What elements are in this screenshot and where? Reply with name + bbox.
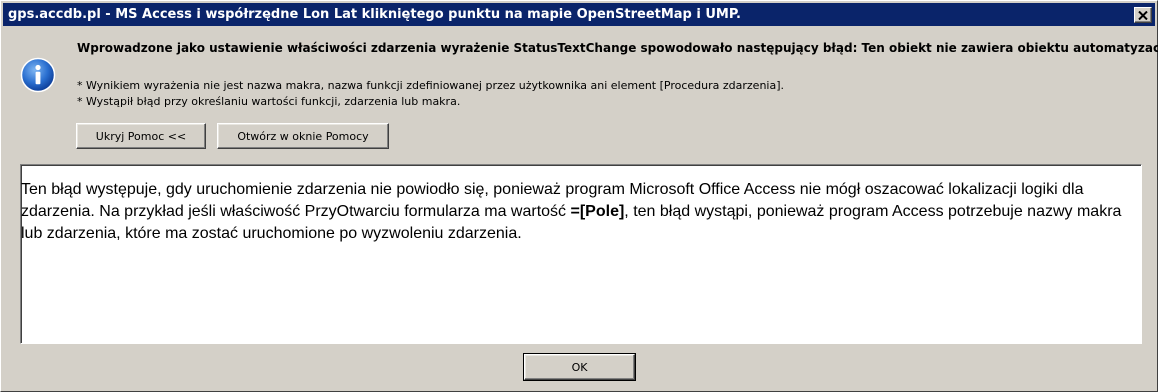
close-button[interactable] [1134, 7, 1152, 23]
dialog-window: gps.accdb.pl - MS Access i współrzędne L… [0, 0, 1158, 392]
title-bar[interactable]: gps.accdb.pl - MS Access i współrzędne L… [3, 3, 1155, 26]
help-text-bold-value: =[Pole] [570, 203, 625, 220]
error-detail-line: * Wynikiem wyrażenia nie jest nazwa makr… [77, 79, 785, 92]
close-icon [1138, 10, 1148, 20]
help-text-pane[interactable]: Ten błąd występuje, gdy uruchomienie zda… [20, 164, 1142, 344]
info-icon [20, 57, 56, 93]
hide-help-button[interactable]: Ukryj Pomoc << [76, 123, 206, 149]
open-help-window-button[interactable]: Otwórz w oknie Pomocy [217, 123, 389, 149]
help-text: Ten błąd występuje, gdy uruchomienie zda… [21, 179, 1139, 245]
error-detail-line: * Wystąpił błąd przy określaniu wartości… [77, 95, 461, 108]
ok-button[interactable]: OK [523, 353, 636, 381]
window-title: gps.accdb.pl - MS Access i współrzędne L… [8, 7, 741, 22]
error-message-title: Wprowadzone jako ustawienie właściwości … [77, 41, 1158, 55]
